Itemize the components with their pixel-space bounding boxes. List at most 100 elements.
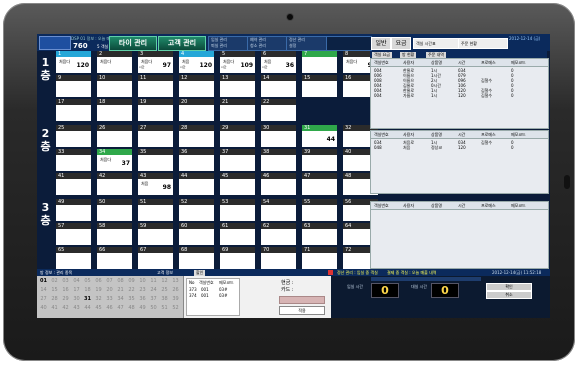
room-42[interactable]: 42 xyxy=(97,173,132,195)
room-37[interactable]: 37 xyxy=(220,149,255,171)
day-number[interactable]: 09 xyxy=(127,279,136,284)
room-57[interactable]: 57 xyxy=(56,223,91,245)
room-36[interactable]: 36 xyxy=(179,149,214,171)
day-number[interactable]: 11 xyxy=(149,279,158,284)
room-70[interactable]: 70 xyxy=(261,247,296,269)
day-number[interactable]: 38 xyxy=(160,297,169,302)
day-number[interactable]: 22 xyxy=(127,288,136,293)
day-number[interactable]: 03 xyxy=(61,279,70,284)
day-number[interactable]: 50 xyxy=(149,306,158,311)
room-11[interactable]: 11 xyxy=(138,75,173,97)
room-9[interactable]: 9 xyxy=(56,75,91,97)
day-number[interactable]: 49 xyxy=(138,306,147,311)
payment-bar[interactable] xyxy=(279,296,325,304)
room-28[interactable]: 28 xyxy=(179,125,214,147)
day-number[interactable]: 08 xyxy=(116,279,125,284)
day-number[interactable]: 46 xyxy=(105,306,114,311)
room-54[interactable]: 54 xyxy=(261,199,296,221)
room-41[interactable]: 41 xyxy=(56,173,91,195)
room-31[interactable]: 31 44 xyxy=(302,125,337,147)
room-25[interactable]: 25 xyxy=(56,125,91,147)
day-number[interactable]: 36 xyxy=(138,297,147,302)
order-status-select[interactable]: 주문 현황 xyxy=(458,38,508,49)
room-19[interactable]: 19 xyxy=(138,99,173,121)
day-number[interactable]: 44 xyxy=(83,306,92,311)
settle-menu[interactable]: 정산 관리 설정 xyxy=(286,36,328,51)
room-1[interactable]: 1 처음다 120 xyxy=(56,51,91,73)
home-button[interactable] xyxy=(564,175,570,189)
day-number[interactable]: 14 xyxy=(39,288,48,293)
room-29[interactable]: 29 xyxy=(220,125,255,147)
room-6[interactable]: 6 처음 시간 36 xyxy=(261,51,296,73)
day-number[interactable]: 15 xyxy=(50,288,59,293)
reserve-menu[interactable]: 예약 관리 청소 관리 xyxy=(247,36,289,51)
room-68[interactable]: 68 xyxy=(179,247,214,269)
room-43[interactable]: 43 처음 98 xyxy=(138,173,173,195)
room-61[interactable]: 61 xyxy=(220,223,255,245)
room-12[interactable]: 12 xyxy=(179,75,214,97)
room-30[interactable]: 30 xyxy=(261,125,296,147)
normal-mode-button[interactable]: 일반 xyxy=(371,37,391,50)
day-number[interactable]: 21 xyxy=(116,288,125,293)
room-58[interactable]: 58 xyxy=(97,223,132,245)
room-45[interactable]: 45 xyxy=(220,173,255,195)
day-number[interactable]: 30 xyxy=(72,297,81,302)
room-18[interactable]: 18 xyxy=(97,99,132,121)
day-number[interactable]: 33 xyxy=(105,297,114,302)
day-number[interactable]: 31 xyxy=(83,297,92,302)
day-number[interactable]: 47 xyxy=(116,306,125,311)
room-21[interactable]: 21 xyxy=(220,99,255,121)
room-55[interactable]: 55 xyxy=(302,199,337,221)
room-52[interactable]: 52 xyxy=(179,199,214,221)
confirm-button[interactable]: 확인 xyxy=(486,283,532,291)
room-53[interactable]: 53 xyxy=(220,199,255,221)
room-timetable-select[interactable]: 객실 시간표 xyxy=(413,38,459,49)
room-3[interactable]: 3 처음다 시간 97 xyxy=(138,51,173,73)
room-15[interactable]: 15 xyxy=(302,75,337,97)
customer-management-button[interactable]: 고객 관리 xyxy=(158,36,206,51)
close-icon[interactable] xyxy=(328,270,333,275)
room-65[interactable]: 65 xyxy=(56,247,91,269)
day-number[interactable]: 26 xyxy=(171,288,180,293)
room-4[interactable]: 4 처음 시간 120 xyxy=(179,51,214,73)
day-number[interactable]: 29 xyxy=(61,297,70,302)
day-number[interactable]: 45 xyxy=(94,306,103,311)
day-number[interactable]: 28 xyxy=(50,297,59,302)
day-number[interactable]: 32 xyxy=(94,297,103,302)
room-49[interactable]: 49 xyxy=(56,199,91,221)
day-number[interactable]: 17 xyxy=(72,288,81,293)
room-14[interactable]: 14 xyxy=(261,75,296,97)
day-number[interactable]: 16 xyxy=(61,288,70,293)
day-number[interactable]: 04 xyxy=(72,279,81,284)
day-number[interactable]: 34 xyxy=(116,297,125,302)
day-number[interactable]: 18 xyxy=(83,288,92,293)
room-34[interactable]: 34 처음다 37 xyxy=(97,149,132,171)
room-17[interactable]: 17 xyxy=(56,99,91,121)
room-5[interactable]: 5 처음다 시간 109 xyxy=(220,51,255,73)
room-51[interactable]: 51 xyxy=(138,199,173,221)
day-number[interactable]: 43 xyxy=(72,306,81,311)
room-7[interactable]: 7 xyxy=(302,51,337,73)
day-number[interactable]: 51 xyxy=(160,306,169,311)
checkin-menu[interactable]: 입실 관리 퇴실 관리 xyxy=(208,36,250,51)
room-13[interactable]: 13 xyxy=(220,75,255,97)
cancel-button[interactable]: 취소 xyxy=(486,291,532,299)
day-number[interactable]: 10 xyxy=(138,279,147,284)
day-number[interactable]: 24 xyxy=(149,288,158,293)
day-number[interactable]: 39 xyxy=(171,297,180,302)
room-35[interactable]: 35 xyxy=(138,149,173,171)
room-71[interactable]: 71 xyxy=(302,247,337,269)
day-number[interactable]: 27 xyxy=(39,297,48,302)
room-59[interactable]: 59 xyxy=(138,223,173,245)
room-33[interactable]: 33 xyxy=(56,149,91,171)
day-number[interactable]: 42 xyxy=(61,306,70,311)
room-22[interactable]: 22 xyxy=(261,99,296,121)
room-10[interactable]: 10 xyxy=(97,75,132,97)
tab-management-button[interactable]: 타이 관리 xyxy=(109,36,157,51)
day-number[interactable]: 23 xyxy=(138,288,147,293)
room-47[interactable]: 47 xyxy=(302,173,337,195)
rate-mode-button[interactable]: 요금 xyxy=(391,37,411,50)
table-row[interactable]: 048 처음 정상코 120 0 xyxy=(371,145,548,150)
day-number[interactable]: 05 xyxy=(83,279,92,284)
room-2[interactable]: 2 처음다 xyxy=(97,51,132,73)
